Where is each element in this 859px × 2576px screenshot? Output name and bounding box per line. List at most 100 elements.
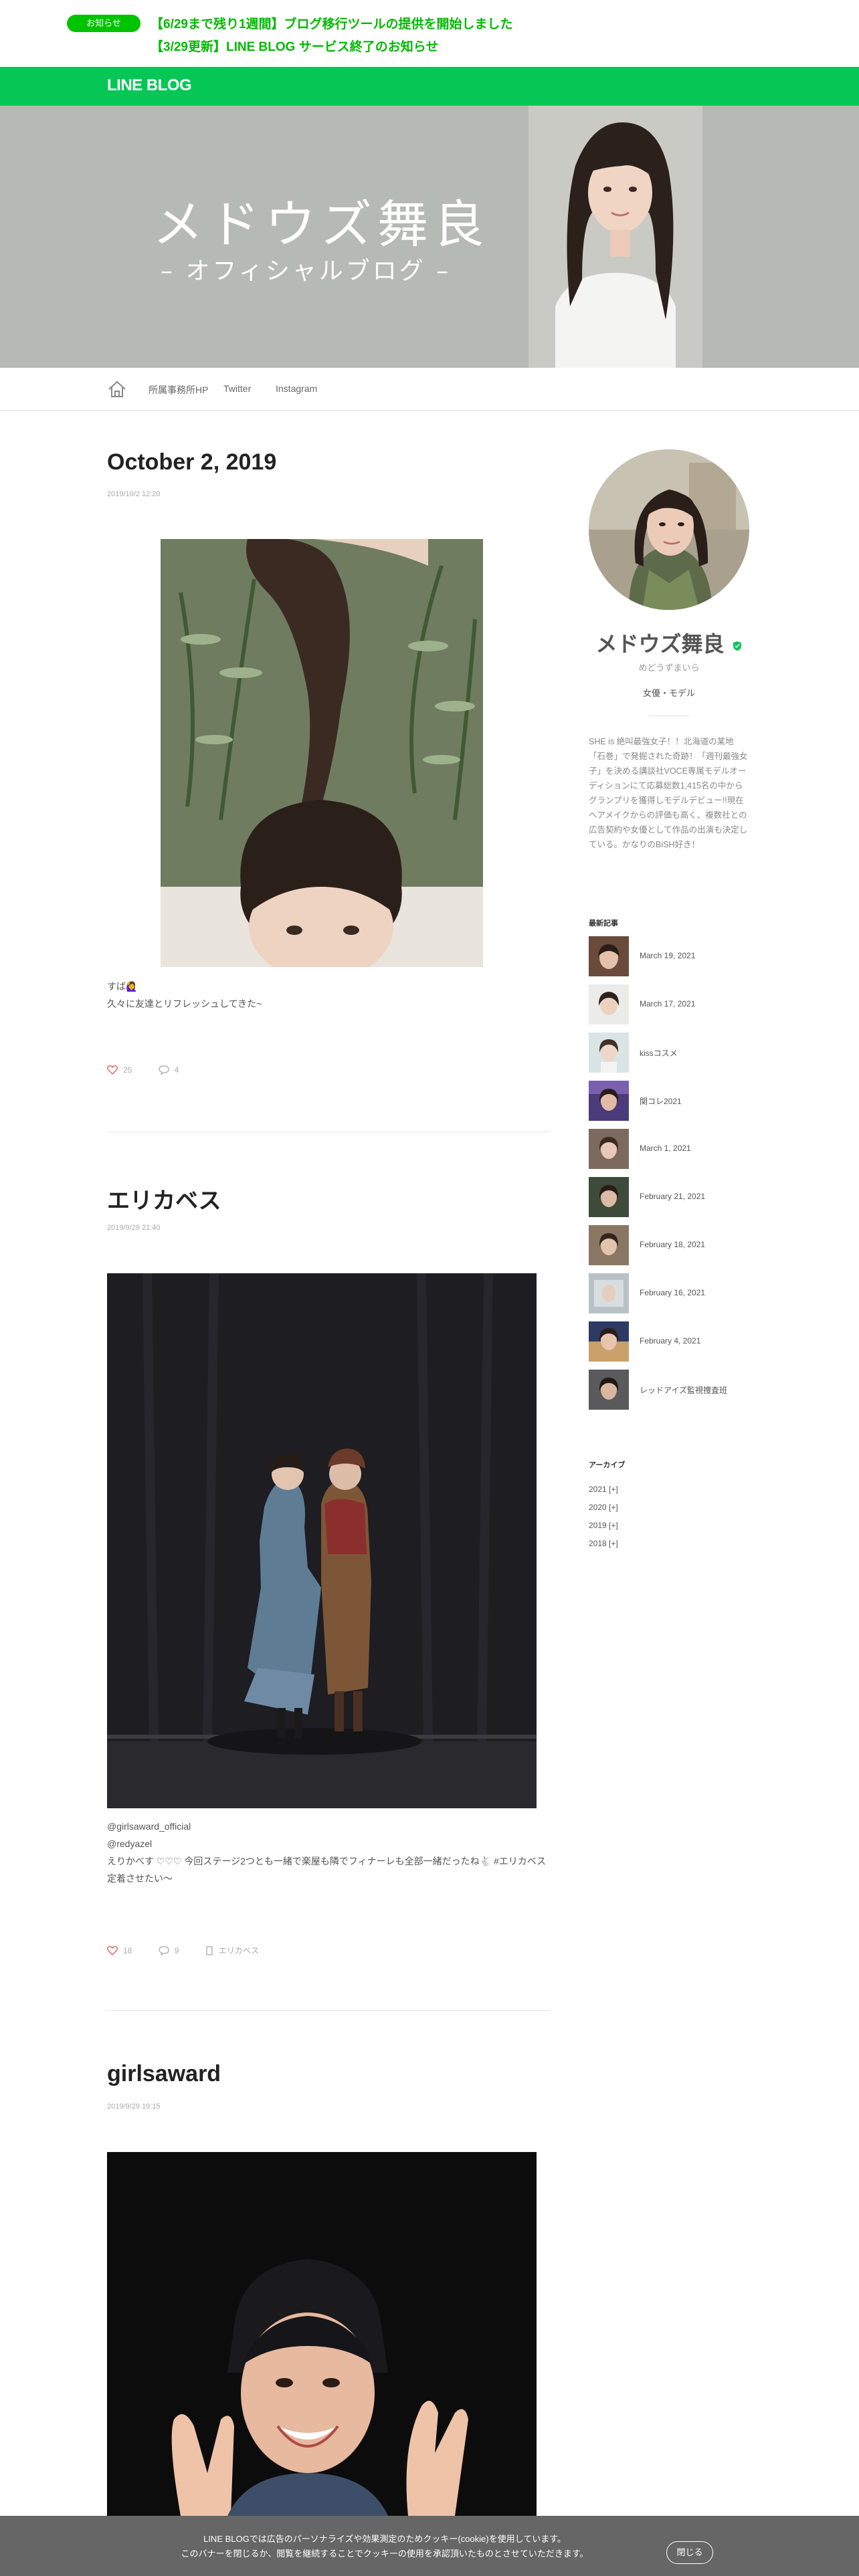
like-count: 25 (123, 1065, 132, 1075)
notice-badge: お知らせ (67, 15, 140, 32)
comment-button[interactable]: 4 (159, 1065, 179, 1075)
recent-post-thumbnail (589, 984, 629, 1025)
blog-hero-banner[interactable]: メドウズ舞良 – オフィシャルブログ – (0, 106, 859, 368)
cookie-consent-banner: LINE BLOGでは広告のパーソナライズや効果測定のためクッキー(cookie… (0, 2516, 859, 2576)
post-date: 2019/9/29 21:40 (107, 1224, 161, 1232)
cookie-consent-text: LINE BLOGでは広告のパーソナライズや効果測定のためクッキー(cookie… (100, 2532, 669, 2561)
recent-post-thumbnail (589, 936, 629, 976)
post-tag-label: エリカベス (218, 1946, 259, 1955)
post-date: 2019/9/29 19:15 (107, 2103, 161, 2111)
recent-post-thumbnail (589, 1081, 629, 1121)
recent-post-item[interactable]: February 16, 2021 (589, 1273, 749, 1321)
cookie-text-line: LINE BLOGでは広告のパーソナライズや効果測定のためクッキー(cookie… (203, 2534, 566, 2544)
hero-title: メドウズ舞良 (153, 195, 490, 254)
post-photo[interactable] (107, 1273, 537, 1808)
comment-count: 4 (174, 1065, 179, 1075)
heart-icon (107, 1065, 118, 1075)
post-meta: 18 9 エリカベス (107, 1945, 283, 1958)
like-button[interactable]: 25 (107, 1065, 132, 1075)
archive-year-item[interactable]: 2020 [+] (589, 1499, 749, 1517)
post-body: @girlsaward_official @redyazel えりかべす ♡♡♡… (107, 1818, 549, 1887)
recent-post-item[interactable]: March 1, 2021 (589, 1129, 749, 1177)
notice-bar: お知らせ 【6/29まで残り1週間】ブログ移行ツールの提供を開始しました 【3/… (0, 0, 859, 67)
archive-year-item[interactable]: 2021 [+] (589, 1481, 749, 1499)
heart-icon (107, 1945, 118, 1955)
recent-post-title: March 1, 2021 (640, 1144, 691, 1153)
post-photo[interactable] (161, 539, 483, 967)
like-button[interactable]: 18 (107, 1946, 132, 1955)
recent-post-item[interactable]: 関コレ2021 (589, 1081, 749, 1129)
line-blog-logo[interactable]: LINE BLOG (107, 76, 192, 95)
comment-count: 9 (174, 1945, 179, 1955)
recent-post-item[interactable]: March 19, 2021 (589, 936, 749, 984)
archive-year-item[interactable]: 2018 [+] (589, 1535, 749, 1553)
recent-post-thumbnail (589, 1225, 629, 1265)
profile-role: 女優・モデル (642, 688, 695, 698)
archive-list: 2021 [+] 2020 [+] 2019 [+] 2018 [+] (589, 1481, 749, 1553)
archive-year-item[interactable]: 2019 [+] (589, 1517, 749, 1535)
post-line: すば🙋‍♀️ (107, 981, 138, 992)
profile-avatar[interactable] (589, 449, 749, 610)
post-body: すば🙋‍♀️ 久々に友達とリフレッシュしてきた~ (107, 978, 549, 1012)
recent-post-thumbnail (589, 1321, 629, 1362)
recent-post-thumbnail (589, 1033, 629, 1073)
site-header: LINE BLOG (0, 67, 859, 106)
hero-portrait-photo (529, 106, 702, 368)
hero-subtitle: – オフィシャルブログ – (161, 257, 452, 285)
recent-post-thumbnail (589, 1370, 629, 1410)
recent-post-item[interactable]: March 17, 2021 (589, 984, 749, 1033)
profile-kana: めどうずまいら (638, 663, 700, 673)
nav-link-instagram[interactable]: Instagram (276, 383, 317, 394)
recent-post-thumbnail (589, 1129, 629, 1169)
recent-post-item[interactable]: February 18, 2021 (589, 1225, 749, 1273)
recent-post-title: March 19, 2021 (640, 951, 696, 960)
post-line[interactable]: @redyazel (107, 1835, 549, 1852)
recent-post-thumbnail (589, 1273, 629, 1313)
recent-post-title: February 16, 2021 (640, 1288, 706, 1297)
comment-button[interactable]: 9 (159, 1946, 179, 1955)
post-title[interactable]: October 2, 2019 (107, 449, 276, 475)
home-icon[interactable] (107, 379, 127, 399)
post-date: 2019/10/2 12:20 (107, 490, 161, 498)
cookie-close-button[interactable]: 閉じる (666, 2541, 713, 2564)
blog-nav: 所属事務所HP Twitter Instagram (0, 368, 859, 411)
recent-post-title: 関コレ2021 (640, 1097, 682, 1106)
recent-post-item[interactable]: kissコスメ (589, 1033, 749, 1081)
recent-post-title: March 17, 2021 (640, 999, 696, 1008)
profile-bio: SHE is 絶叫最強女子！！北海道の某地「石巻」で発掘された奇跡！「週刊最強女… (589, 737, 748, 849)
post-line: 定着させたい〜 (107, 1873, 173, 1884)
post-divider (107, 2010, 550, 2011)
recent-post-title: February 21, 2021 (640, 1192, 706, 1201)
recent-post-title: February 4, 2021 (640, 1336, 701, 1346)
like-count: 18 (123, 1945, 132, 1955)
post-title[interactable]: エリカベス (107, 1182, 221, 1215)
profile-name-text: メドウズ舞良 (595, 632, 725, 656)
comment-icon (159, 1065, 169, 1075)
notice-link-migration[interactable]: 【6/29まで残り1週間】ブログ移行ツールの提供を開始しました (151, 14, 513, 32)
recent-post-title: kissコスメ (640, 1049, 678, 1058)
recent-post-item[interactable]: February 21, 2021 (589, 1177, 749, 1225)
post-tag[interactable]: エリカベス (205, 1945, 259, 1956)
verified-badge-icon (733, 641, 742, 651)
tag-icon (206, 1945, 213, 1955)
profile-name: メドウズ舞良 (589, 627, 749, 658)
post-title[interactable]: girlsaward (107, 2061, 221, 2087)
comment-icon (159, 1945, 169, 1955)
notice-link-service-end[interactable]: 【3/29更新】LINE BLOG サービス終了のお知らせ (151, 37, 438, 55)
archive-heading: アーカイブ (589, 1461, 626, 1469)
recent-post-item[interactable]: レッドアイズ監視捜査班 (589, 1370, 749, 1418)
recent-post-title: February 18, 2021 (640, 1240, 706, 1249)
recent-posts-list: March 19, 2021 March 17, 2021 kissコスメ 関コ… (589, 936, 749, 1418)
recent-post-thumbnail (589, 1177, 629, 1217)
post-line[interactable]: @girlsaward_official (107, 1818, 549, 1835)
nav-link-agency[interactable]: 所属事務所HP (149, 383, 208, 397)
nav-link-twitter[interactable]: Twitter (223, 383, 251, 394)
post-meta: 25 4 (107, 1065, 203, 1078)
post-photo[interactable] (107, 2152, 537, 2516)
recent-post-item[interactable]: February 4, 2021 (589, 1321, 749, 1370)
post-line: えりかべす ♡♡♡ 今回ステージ2つとも一緒で楽屋も隣でフィナーレも全部一緒だっ… (107, 1856, 547, 1866)
post-line: 久々に友達とリフレッシュしてきた~ (107, 998, 262, 1009)
cookie-text-line: このバナーを閉じるか、閲覧を継続することでクッキーの使用を承認頂いたものとさせて… (181, 2549, 589, 2559)
recent-posts-heading: 最新記事 (589, 920, 618, 928)
recent-post-title: レッドアイズ監視捜査班 (640, 1386, 728, 1395)
